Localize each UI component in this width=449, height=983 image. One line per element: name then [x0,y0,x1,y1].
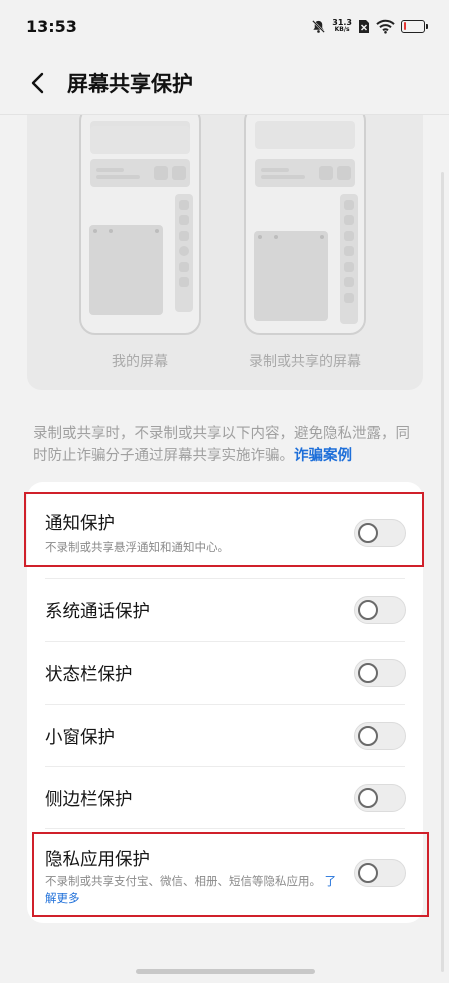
sidebar-toggle[interactable] [354,784,406,812]
small-window-toggle[interactable] [354,722,406,750]
setting-row-private-apps[interactable]: 隐私应用保护 不录制或共享支付宝、微信、相册、短信等隐私应用。 了解更多 [27,829,423,923]
setting-title: 隐私应用保护 [45,850,150,870]
my-screen-caption: 我的屏幕 [112,354,168,370]
setting-row-status-bar[interactable]: 状态栏保护 [27,642,423,704]
battery-level [403,22,407,30]
chevron-left-icon [31,72,44,94]
net-speed-unit: KB/s [334,26,350,33]
sim-card-icon [358,19,370,34]
settings-card: 通知保护 不录制或共享悬浮通知和通知中心。 系统通话保护 状态栏保护 小窗保护 … [27,482,423,923]
home-indicator[interactable] [136,969,315,974]
status-time: 13:53 [26,16,77,36]
recorded-screen-illustration [244,115,366,335]
status-icons: 31.3 KB/s [311,18,428,34]
system-call-toggle[interactable] [354,596,406,624]
status-bar-toggle[interactable] [354,659,406,687]
preview-card: 我的屏幕 录制或共享的屏幕 [27,115,423,390]
battery-icon [401,19,428,33]
description-text: 录制或共享时，不录制或共享以下内容，避免隐私泄露，同时防止诈骗分子通过屏幕共享实… [33,423,417,467]
fraud-cases-link[interactable]: 诈骗案例 [294,448,352,464]
notification-toggle[interactable] [354,519,406,547]
setting-row-sidebar[interactable]: 侧边栏保护 [27,767,423,829]
my-screen-illustration [79,115,201,335]
setting-subtitle: 不录制或共享悬浮通知和通知中心。 [45,540,229,554]
setting-row-notification[interactable]: 通知保护 不录制或共享悬浮通知和通知中心。 [27,482,423,576]
back-button[interactable] [8,52,68,114]
status-bar: 13:53 31.3 KB/s [0,0,449,52]
setting-subtitle: 不录制或共享支付宝、微信、相册、短信等隐私应用。 了解更多 [45,873,337,907]
page-title: 屏幕共享保护 [67,72,193,96]
net-speed-value: 31.3 [332,18,352,27]
setting-title: 状态栏保护 [45,665,133,685]
setting-title: 小窗保护 [45,728,115,748]
setting-row-system-call[interactable]: 系统通话保护 [27,579,423,641]
setting-title: 通知保护 [45,514,115,534]
setting-subtitle-text: 不录制或共享支付宝、微信、相册、短信等隐私应用。 [45,874,321,888]
header: 屏幕共享保护 [0,52,449,114]
description-body: 录制或共享时，不录制或共享以下内容，避免隐私泄露，同时防止诈骗分子通过屏幕共享实… [33,426,410,464]
private-apps-toggle[interactable] [354,859,406,887]
net-speed: 31.3 KB/s [332,18,352,34]
wifi-icon [376,19,395,34]
setting-title: 侧边栏保护 [45,790,133,810]
bell-off-icon [311,19,326,34]
setting-title: 系统通话保护 [45,602,150,622]
setting-row-small-window[interactable]: 小窗保护 [27,705,423,767]
scrollbar[interactable] [441,172,444,972]
recorded-screen-caption: 录制或共享的屏幕 [249,354,361,370]
